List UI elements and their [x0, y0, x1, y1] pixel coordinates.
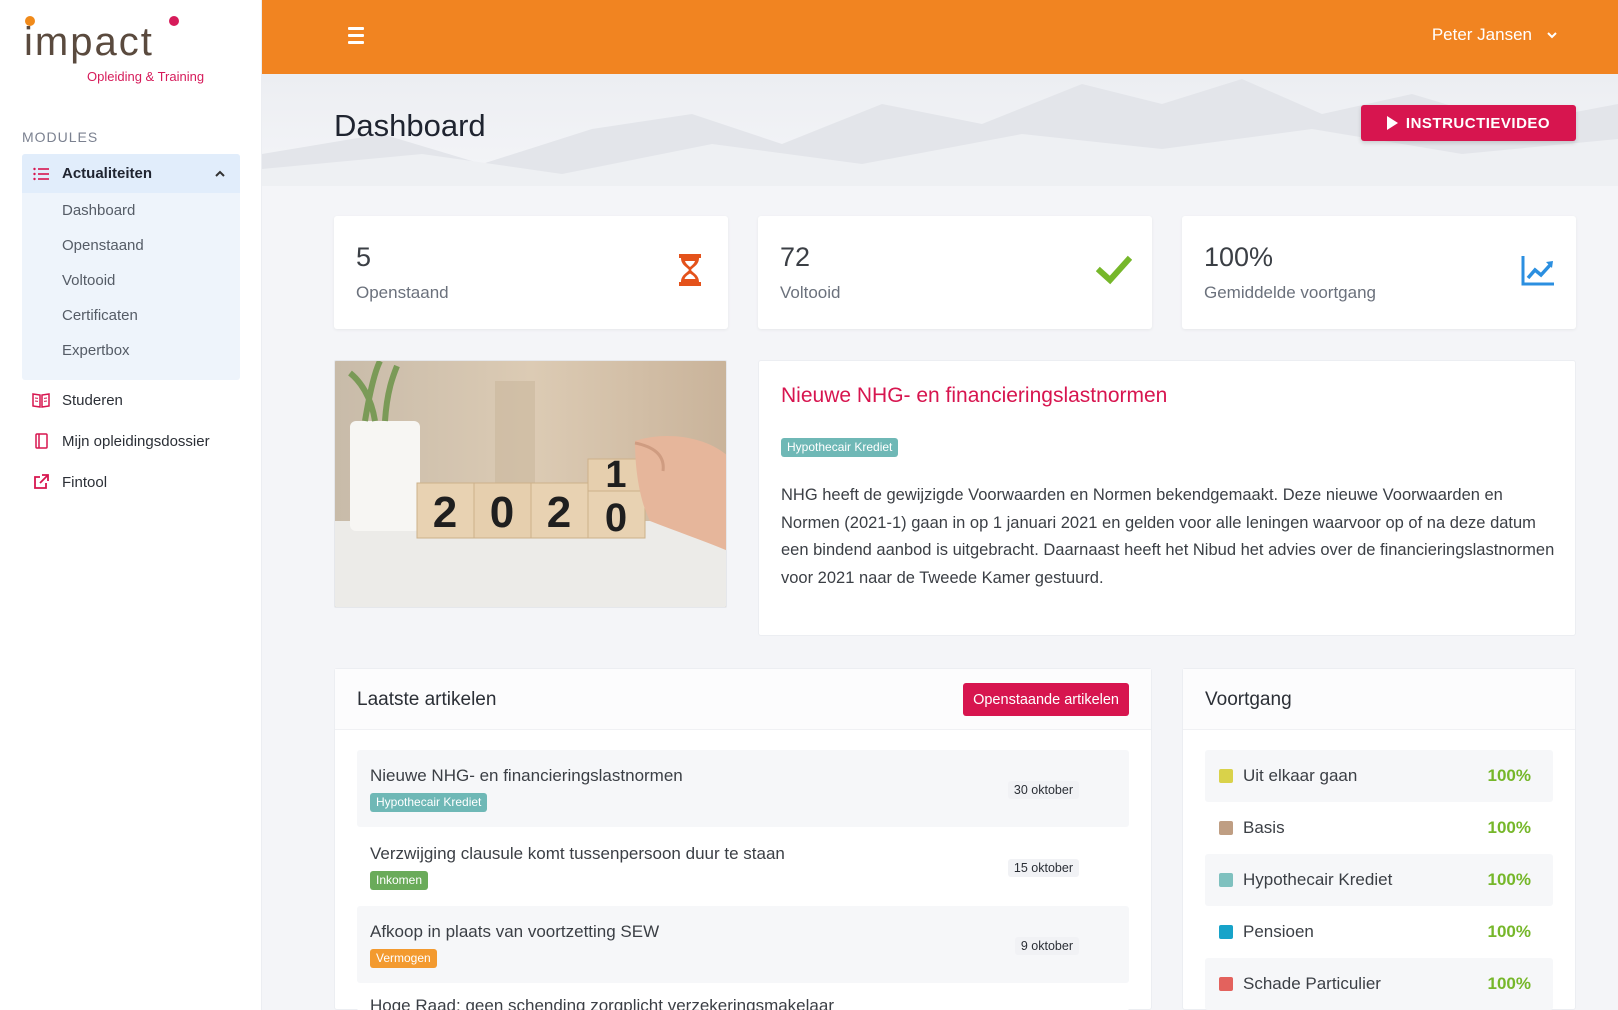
article-date: 30 oktober [1007, 781, 1079, 799]
stat-label: Voltooid [780, 283, 841, 302]
chart-line-icon [1521, 256, 1554, 286]
progress-name: Basis [1243, 818, 1285, 837]
panel-title: Voortgang [1205, 689, 1292, 710]
sidebar-item-fintool[interactable]: Fintool [22, 462, 240, 502]
progress-swatch [1219, 769, 1233, 783]
article-row[interactable]: Afkoop in plaats van voortzetting SEW Ve… [357, 906, 1129, 983]
featured-title[interactable]: Nieuwe NHG- en financieringslastnormen [781, 384, 1167, 408]
instructievideo-button[interactable]: INSTRUCTIEVIDEO [1361, 105, 1576, 141]
article-date: 15 oktober [1007, 859, 1079, 877]
logo-dot-red [169, 16, 179, 26]
block-digit: 2 [433, 488, 457, 537]
book-open-icon [32, 393, 50, 408]
sidebar-item-certificaten[interactable]: Certificaten [22, 298, 240, 333]
list-icon [33, 167, 49, 180]
sidebar-item-label: Mijn opleidingsdossier [62, 432, 210, 450]
article-row[interactable]: Nieuwe NHG- en financieringslastnormen H… [357, 750, 1129, 827]
progress-name: Pensioen [1243, 922, 1314, 941]
article-tag: Hypothecair Krediet [370, 793, 488, 812]
sidebar-item-expertbox[interactable]: Expertbox [22, 333, 240, 368]
article-title: Verzwijging clausule komt tussenpersoon … [370, 844, 785, 863]
progress-name: Hypothecair Krediet [1243, 870, 1393, 889]
article-row[interactable]: Verzwijging clausule komt tussenpersoon … [357, 828, 1129, 905]
modules-label: MODULES [22, 129, 99, 145]
block-digit: 0 [490, 488, 514, 537]
sidebar-item-voltooid[interactable]: Voltooid [22, 263, 240, 298]
progress-swatch [1219, 925, 1233, 939]
progress-row[interactable]: Pensioen 100% [1205, 906, 1553, 958]
nav-group-header[interactable]: Actualiteiten [22, 154, 240, 193]
stat-card-openstaand[interactable]: 5 Openstaand [334, 216, 728, 329]
user-menu[interactable]: Peter Jansen [1432, 25, 1558, 45]
stat-value: 100% [1204, 242, 1274, 272]
panel-title: Laatste artikelen [357, 689, 497, 710]
article-title: Nieuwe NHG- en financieringslastnormen [370, 766, 683, 785]
panel-header: Voortgang [1183, 669, 1575, 730]
progress-swatch [1219, 977, 1233, 991]
stat-label: Gemiddelde voortgang [1204, 283, 1377, 302]
progress-swatch [1219, 821, 1233, 835]
sidebar-item-studeren[interactable]: Studeren [22, 380, 240, 420]
progress-row[interactable]: Hypothecair Krediet 100% [1205, 854, 1553, 906]
topbar: Peter Jansen [262, 0, 1618, 74]
hourglass-icon [679, 254, 701, 286]
sidebar-item-opleidingsdossier[interactable]: Mijn opleidingsdossier [22, 421, 240, 461]
featured-body: NHG heeft de gewijzigde Voorwaarden en N… [781, 486, 1555, 587]
panel-header: Laatste artikelen Openstaande artikelen [335, 669, 1151, 730]
article-title: Afkoop in plaats van voortzetting SEW [370, 922, 660, 941]
sidebar-item-openstaand[interactable]: Openstaand [22, 228, 240, 263]
article-date: 9 oktober [1014, 937, 1079, 955]
page-title: Dashboard [334, 108, 486, 143]
instructievideo-label: INSTRUCTIEVIDEO [1405, 114, 1551, 132]
progress-value: 100% [1487, 870, 1531, 889]
block-digit: 0 [605, 496, 627, 540]
nav-group-actualiteiten: Actualiteiten Dashboard Openstaand Volto… [22, 154, 240, 380]
sidebar-item-label: Fintool [62, 473, 108, 491]
stat-label: Openstaand [356, 283, 449, 302]
stat-card-voortgang[interactable]: 100% Gemiddelde voortgang [1182, 216, 1576, 329]
featured-article-card: Nieuwe NHG- en financieringslastnormen H… [758, 360, 1576, 636]
article-tag: Vermogen [370, 949, 437, 968]
article-tag: Inkomen [370, 871, 429, 890]
stat-value: 5 [356, 242, 372, 272]
logo-subtitle: Opleiding & Training [87, 69, 205, 84]
progress-value: 100% [1487, 818, 1531, 837]
progress-panel: Voortgang Uit elkaar gaan 100% Basis 100… [1182, 668, 1576, 1010]
sidebar-item-dashboard[interactable]: Dashboard [22, 193, 240, 228]
progress-value: 100% [1487, 766, 1531, 785]
block-digit: 2 [547, 488, 571, 537]
block-digit: 1 [605, 454, 626, 496]
check-icon [1096, 255, 1132, 285]
impact-logo[interactable]: impact Opleiding & Training [24, 14, 224, 88]
logo-text: impact [24, 20, 154, 64]
progress-row[interactable]: Schade Particulier 100% [1205, 958, 1553, 1010]
progress-value: 100% [1487, 974, 1531, 993]
featured-tag: Hypothecair Krediet [781, 438, 899, 457]
nav-group-label: Actualiteiten [62, 165, 153, 182]
stat-card-voltooid[interactable]: 72 Voltooid [758, 216, 1152, 329]
progress-row[interactable]: Basis 100% [1205, 802, 1553, 854]
book-icon [35, 433, 48, 449]
play-icon [1386, 116, 1398, 130]
user-name: Peter Jansen [1431, 25, 1532, 44]
chevron-down-icon [1547, 32, 1557, 39]
latest-articles-panel: Laatste artikelen Openstaande artikelen … [334, 668, 1152, 1010]
chevron-up-icon [215, 170, 225, 177]
progress-swatch [1219, 873, 1233, 887]
stat-value: 72 [780, 242, 811, 272]
progress-row[interactable]: Uit elkaar gaan 100% [1205, 750, 1553, 802]
external-link-icon [34, 474, 49, 489]
article-row[interactable]: Hoge Raad: geen schending zorgplicht ver… [357, 984, 1129, 1010]
blocks-2020-image: 2 0 2 1 0 [335, 361, 726, 607]
openstaande-artikelen-button[interactable]: Openstaande artikelen [963, 683, 1129, 716]
featured-image[interactable]: 2 0 2 1 0 [334, 360, 727, 608]
hamburger-menu-icon[interactable] [348, 27, 364, 45]
sidebar: impact Opleiding & Training MODULES Actu… [0, 0, 262, 1010]
sidebar-item-label: Studeren [62, 391, 123, 409]
article-title: Hoge Raad: geen schending zorgplicht ver… [370, 996, 834, 1010]
progress-value: 100% [1487, 922, 1531, 941]
progress-name: Uit elkaar gaan [1243, 766, 1358, 785]
progress-name: Schade Particulier [1243, 974, 1381, 993]
